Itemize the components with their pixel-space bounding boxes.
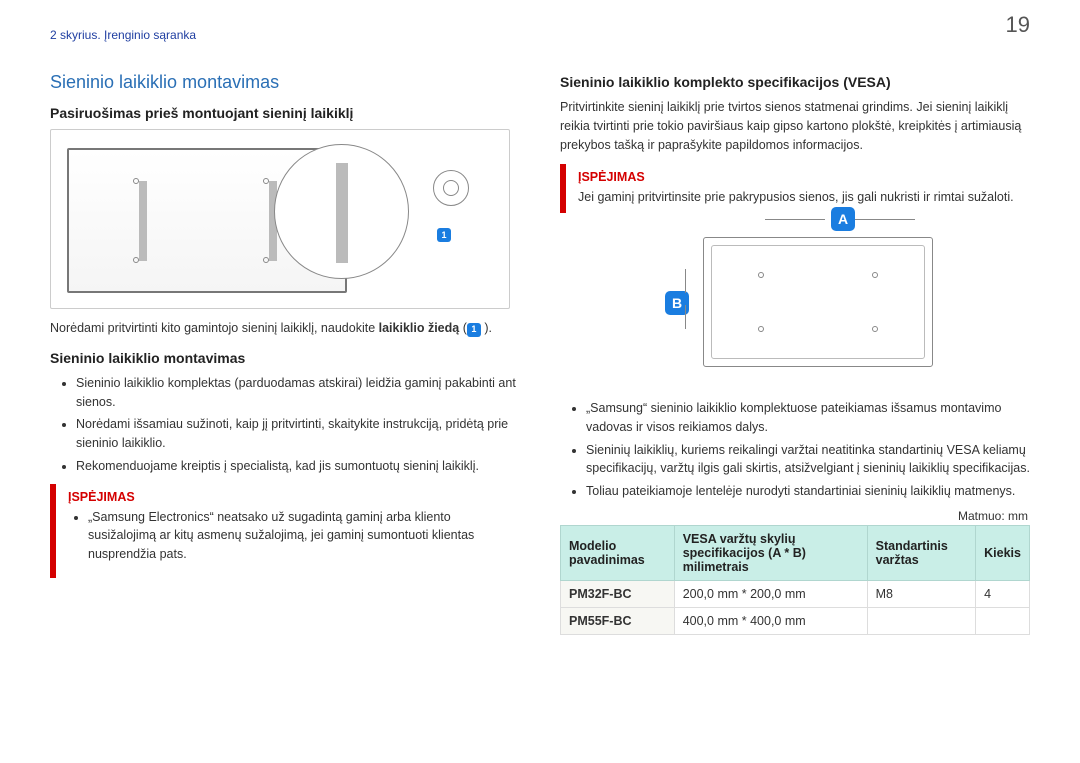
cell-screw <box>867 607 976 634</box>
bracket-left-illustration <box>139 181 147 261</box>
holder-ring-note: Norėdami pritvirtinti kito gamintojo sie… <box>50 319 520 338</box>
section-title-left: Sieninio laikiklio montavimas <box>50 72 520 93</box>
figure-vesa-dimensions: A B <box>615 219 975 389</box>
list-item: Rekomenduojame kreiptis į specialistą, k… <box>76 457 520 476</box>
th-vesa: VESA varžtų skylių specifikacijos (A * B… <box>674 525 867 580</box>
page-number: 19 <box>1006 12 1030 38</box>
mount-bullets: Sieninio laikiklio komplektas (parduodam… <box>50 374 520 476</box>
cell-qty: 4 <box>976 580 1030 607</box>
screw-hole-icon <box>263 257 269 263</box>
th-model: Modelio pavadinimas <box>561 525 675 580</box>
list-item: Sieninių laikiklių, kuriems reikalingi v… <box>586 441 1030 479</box>
callout-1-badge: 1 <box>437 228 451 242</box>
cell-model: PM32F-BC <box>561 580 675 607</box>
list-item: Toliau pateikiamoje lentelėje nurodyti s… <box>586 482 1030 501</box>
list-item: Norėdami išsamiau sužinoti, kaip jį prit… <box>76 415 520 453</box>
holder-ring-icon <box>433 170 469 206</box>
unit-label: Matmuo: mm <box>560 509 1028 523</box>
screw-hole-icon <box>133 178 139 184</box>
cell-qty <box>976 607 1030 634</box>
right-column: Sieninio laikiklio komplekto specifikaci… <box>560 72 1030 635</box>
content-columns: Sieninio laikiklio montavimas Pasiruošim… <box>50 72 1030 635</box>
table-row: PM55F-BC 400,0 mm * 400,0 mm <box>561 607 1030 634</box>
vesa-intro: Pritvirtinkite sieninį laikiklį prie tvi… <box>560 98 1030 154</box>
cell-vesa: 400,0 mm * 400,0 mm <box>674 607 867 634</box>
note-paren-close: ). <box>481 321 492 335</box>
figure-holder-ring: 1 <box>50 129 510 309</box>
dimension-a-arrow <box>765 213 915 227</box>
list-item: Sieninio laikiklio komplektas (parduodam… <box>76 374 520 412</box>
dimension-b-arrow <box>679 269 693 329</box>
screw-hole-icon <box>263 178 269 184</box>
callout-1-badge-inline: 1 <box>467 323 481 337</box>
warning-title: ĮSPĖJIMAS <box>68 490 510 504</box>
list-item: „Samsung“ sieninio laikiklio komplektuos… <box>586 399 1030 437</box>
vesa-panel-inner-illustration <box>711 245 925 359</box>
mount-heading: Sieninio laikiklio montavimas <box>50 350 520 366</box>
vesa-spec-heading: Sieninio laikiklio komplekto specifikaci… <box>560 74 1030 90</box>
th-screw: Standartinis varžtas <box>867 525 976 580</box>
warning-title: ĮSPĖJIMAS <box>578 170 1020 184</box>
note-strong: laikiklio žiedą <box>379 321 460 335</box>
warning-box-left: ĮSPĖJIMAS „Samsung Electronics“ neatsako… <box>50 484 520 578</box>
prep-heading: Pasiruošimas prieš montuojant sieninį la… <box>50 105 520 121</box>
cell-model: PM55F-BC <box>561 607 675 634</box>
th-qty: Kiekis <box>976 525 1030 580</box>
warning-text: Jei gaminį pritvirtinsite prie pakrypusi… <box>578 188 1020 207</box>
note-paren-open: ( <box>459 321 467 335</box>
zoom-circle-illustration <box>274 144 409 279</box>
left-column: Sieninio laikiklio montavimas Pasiruošim… <box>50 72 520 635</box>
bracket-zoom-illustration <box>336 163 348 263</box>
vesa-bullets: „Samsung“ sieninio laikiklio komplektuos… <box>560 399 1030 501</box>
screw-hole-icon <box>133 257 139 263</box>
table-header-row: Modelio pavadinimas VESA varžtų skylių s… <box>561 525 1030 580</box>
cell-screw: M8 <box>867 580 976 607</box>
vesa-spec-table: Modelio pavadinimas VESA varžtų skylių s… <box>560 525 1030 635</box>
warning-body: „Samsung Electronics“ neatsako už sugadi… <box>68 508 510 564</box>
warning-box-right: ĮSPĖJIMAS Jei gaminį pritvirtinsite prie… <box>560 164 1030 213</box>
breadcrumb[interactable]: 2 skyrius. Įrenginio sąranka <box>50 28 1030 42</box>
note-text: Norėdami pritvirtinti kito gamintojo sie… <box>50 321 379 335</box>
cell-vesa: 200,0 mm * 200,0 mm <box>674 580 867 607</box>
table-row: PM32F-BC 200,0 mm * 200,0 mm M8 4 <box>561 580 1030 607</box>
warning-text: „Samsung Electronics“ neatsako už sugadi… <box>88 508 510 564</box>
